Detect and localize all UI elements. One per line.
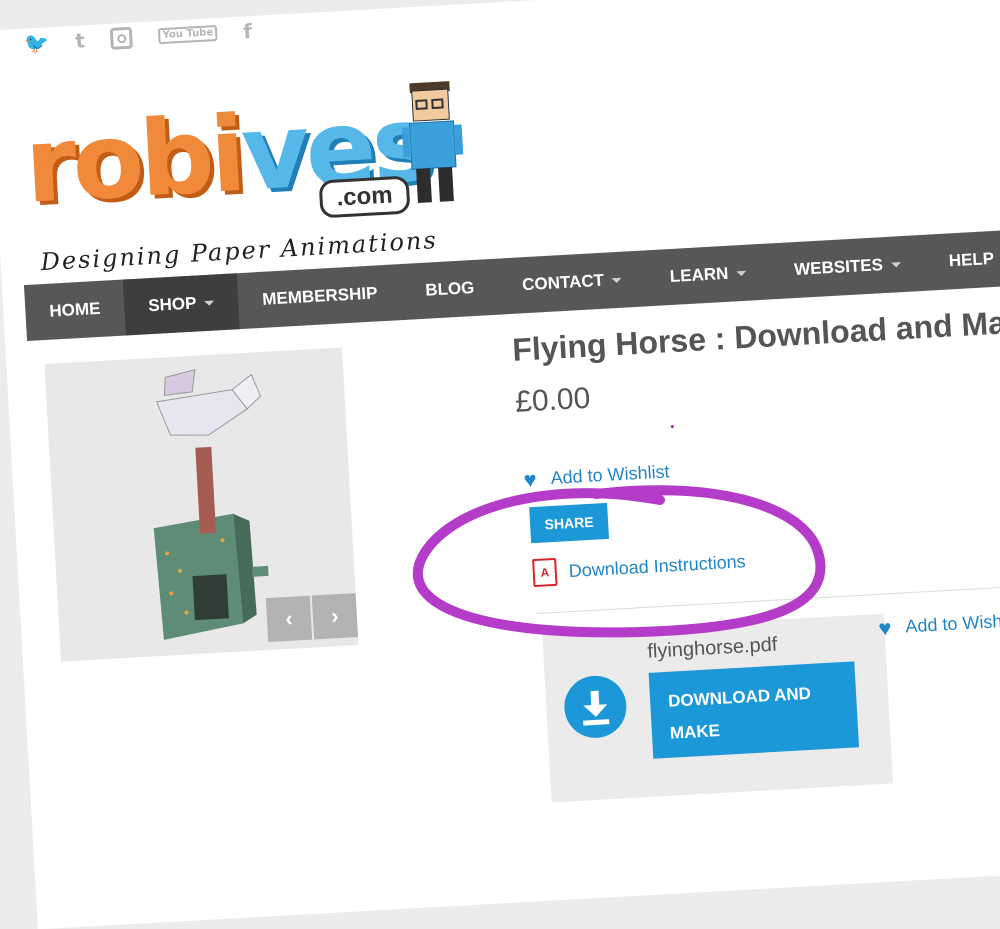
nav-blog-label: BLOG xyxy=(424,277,475,300)
nav-contact-label: CONTACT xyxy=(521,270,605,295)
product-image-gallery: ‹ › xyxy=(44,347,359,662)
nav-blog[interactable]: BLOG xyxy=(400,259,500,320)
nav-websites[interactable]: WEBSITES xyxy=(769,235,927,300)
nav-membership[interactable]: MEMBERSHIP xyxy=(237,264,403,329)
download-instructions-link[interactable]: A Download Instructions xyxy=(532,547,747,588)
nav-shop-label: SHOP xyxy=(147,293,197,316)
product-title: Flying Horse : Download and Make xyxy=(511,302,1000,368)
download-filename: flyinghorse.pdf xyxy=(646,633,778,663)
download-box: flyinghorse.pdf DOWNLOAD AND MAKE xyxy=(542,613,894,803)
nav-contact[interactable]: CONTACT xyxy=(497,250,648,314)
product-price: £0.00 xyxy=(514,381,592,419)
heart-icon: ♥ xyxy=(522,466,538,493)
gallery-next-button[interactable]: › xyxy=(311,593,359,640)
chevron-down-icon xyxy=(611,277,623,284)
heart-icon: ♥ xyxy=(877,614,893,641)
download-and-make-button[interactable]: DOWNLOAD AND MAKE xyxy=(648,661,860,759)
tumblr-icon[interactable]: t xyxy=(75,28,86,52)
nav-home[interactable]: HOME xyxy=(24,280,126,341)
logo-bubble: .com xyxy=(318,175,411,219)
chevron-right-icon: › xyxy=(330,603,340,629)
twitter-icon[interactable]: 🐦 xyxy=(24,30,50,55)
nav-membership-label: MEMBERSHIP xyxy=(261,283,378,309)
add-to-wishlist-link[interactable]: ♥ Add to Wishlist xyxy=(522,461,671,493)
nav-help-label: HELP xyxy=(948,248,995,271)
gallery-prev-button[interactable]: ‹ xyxy=(265,595,313,643)
youtube-icon[interactable]: You Tube xyxy=(158,24,218,45)
chevron-down-icon xyxy=(204,300,215,307)
download-instructions-label: Download Instructions xyxy=(568,550,747,581)
nav-learn-label: LEARN xyxy=(669,263,729,287)
nav-home-label: HOME xyxy=(48,298,101,321)
nav-shop[interactable]: SHOP xyxy=(122,273,240,336)
nav-help[interactable]: HELP xyxy=(923,229,1000,291)
nav-websites-label: WEBSITES xyxy=(793,255,884,280)
chevron-down-icon xyxy=(736,270,747,277)
share-button[interactable]: SHARE xyxy=(529,502,610,544)
pdf-icon: A xyxy=(532,557,558,588)
logo-word-part1: robi xyxy=(21,92,246,227)
site-logo[interactable]: robives .com Designing Paper Animations xyxy=(22,76,481,279)
add-to-wishlist-link-secondary[interactable]: ♥ Add to Wishlis xyxy=(877,610,1000,641)
facebook-icon[interactable]: f xyxy=(243,19,253,43)
product-image xyxy=(44,347,359,662)
chevron-down-icon xyxy=(890,262,902,268)
social-links: 🐦 t You Tube f xyxy=(24,16,253,59)
annotation-dot xyxy=(670,425,674,429)
chevron-left-icon: ‹ xyxy=(284,605,294,632)
wishlist-label-secondary: Add to Wishlis xyxy=(904,610,1000,637)
divider xyxy=(537,581,1000,614)
product-page: 🐦 t You Tube f robives .com Designing Pa… xyxy=(0,0,1000,929)
wishlist-label: Add to Wishlist xyxy=(550,461,671,488)
download-icon xyxy=(562,674,629,740)
nav-learn[interactable]: LEARN xyxy=(644,243,771,306)
instagram-icon[interactable] xyxy=(110,26,134,50)
